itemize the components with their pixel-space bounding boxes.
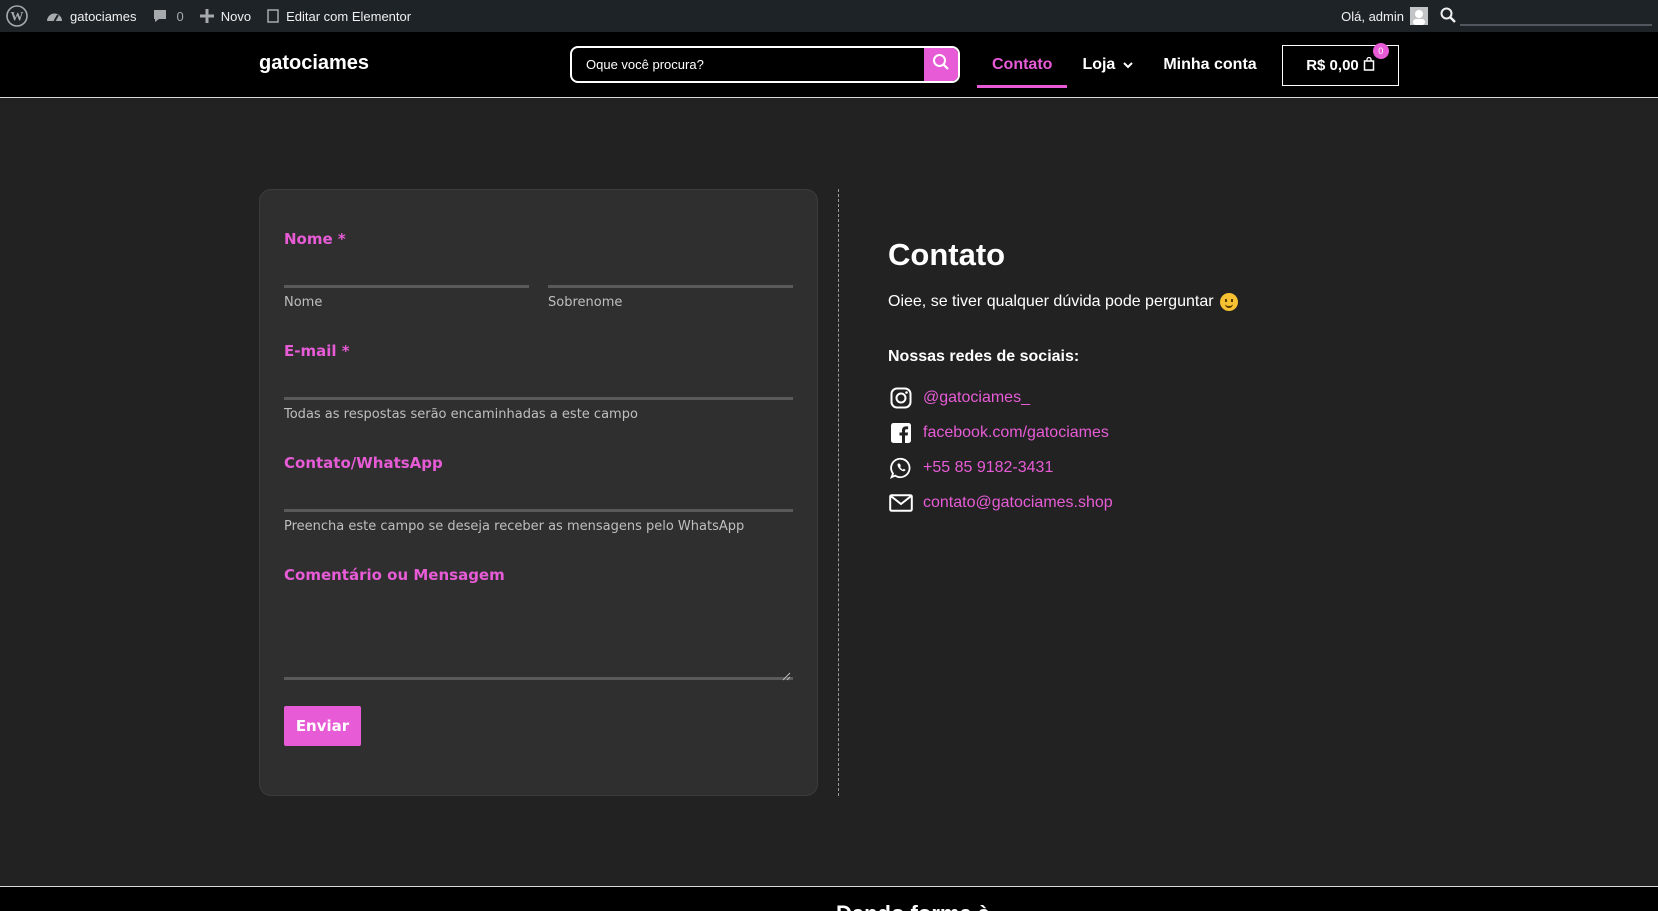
- message-textarea[interactable]: [284, 677, 793, 680]
- smiley-icon: [1219, 293, 1238, 311]
- main-nav: Contato Loja Minha conta: [977, 32, 1272, 98]
- contact-text: Oiee, se tiver qualquer dúvida pode perg…: [888, 293, 1238, 311]
- nav-item-minha-conta[interactable]: Minha conta: [1148, 32, 1271, 98]
- contact-title: Contato: [888, 237, 1006, 272]
- whatsapp-field-label: Contato/WhatsApp: [284, 454, 443, 472]
- site-footer: Dando forma à...: [0, 887, 1658, 911]
- comment-icon: [152, 8, 168, 24]
- email-label-text: E-mail: [284, 342, 337, 360]
- search-icon: [932, 53, 950, 76]
- cart-icon: 0: [1363, 42, 1389, 75]
- footer-title: Dando forma à...: [836, 901, 1008, 911]
- comments-count: 0: [176, 8, 184, 24]
- facebook-icon: [888, 420, 913, 445]
- chevron-down-icon: [1123, 56, 1134, 74]
- elementor-icon: [267, 9, 279, 23]
- email-field[interactable]: [284, 397, 793, 400]
- social-item-email: contato@gatociames.shop: [888, 490, 1113, 515]
- instagram-link[interactable]: @gatociames_: [923, 389, 1030, 407]
- resize-handle-icon[interactable]: [782, 666, 791, 685]
- wordpress-logo-icon[interactable]: W: [0, 0, 38, 32]
- required-mark: *: [337, 230, 346, 248]
- required-mark: *: [341, 342, 350, 360]
- social-item-whatsapp: +55 85 9182-3431: [888, 455, 1053, 480]
- search-button[interactable]: [924, 48, 958, 81]
- nav-label: Contato: [992, 56, 1053, 73]
- search-bar: [570, 46, 960, 83]
- site-header: gatociames Contato Loja Minha conta R$ 0…: [0, 32, 1658, 98]
- comments-link[interactable]: 0: [144, 0, 191, 32]
- svg-text:W: W: [11, 9, 24, 24]
- contact-text-body: Oiee, se tiver qualquer dúvida pode perg…: [888, 293, 1214, 310]
- nav-item-loja[interactable]: Loja: [1067, 32, 1148, 98]
- site-name: gatociames: [70, 8, 137, 24]
- new-content-link[interactable]: Novo: [192, 0, 259, 32]
- edit-label: Editar com Elementor: [286, 8, 412, 24]
- plus-icon: [199, 9, 214, 23]
- admin-bar: W gatociames 0 Novo Editar com Elementor: [0, 0, 1658, 32]
- search-input[interactable]: [572, 48, 924, 81]
- my-account-link[interactable]: Olá, admin: [1333, 0, 1432, 32]
- dashboard-icon: [46, 9, 63, 24]
- submit-button[interactable]: Enviar: [284, 706, 361, 746]
- adminbar-search-field[interactable]: [1460, 24, 1652, 26]
- column-divider: [838, 189, 839, 796]
- email-link[interactable]: contato@gatociames.shop: [923, 494, 1113, 512]
- whatsapp-hint: Preencha este campo se deseja receber as…: [284, 519, 745, 534]
- message-field-label: Comentário ou Mensagem: [284, 566, 505, 584]
- social-item-instagram: @gatociames_: [888, 385, 1030, 410]
- adminbar-search[interactable]: [1432, 0, 1658, 32]
- social-item-facebook: facebook.com/gatociames: [888, 420, 1109, 445]
- site-name-link[interactable]: gatociames: [38, 0, 144, 32]
- last-name-hint: Sobrenome: [548, 295, 623, 310]
- edit-elementor-link[interactable]: Editar com Elementor: [259, 0, 419, 32]
- last-name-input[interactable]: [548, 285, 793, 288]
- nav-item-contato[interactable]: Contato: [977, 32, 1068, 98]
- cart-count-badge: 0: [1372, 42, 1389, 59]
- first-name-input[interactable]: [284, 285, 529, 288]
- avatar: [1410, 7, 1428, 25]
- new-label: Novo: [220, 8, 252, 24]
- email-hint: Todas as respostas serão encaminhadas a …: [284, 407, 638, 422]
- first-name-hint: Nome: [284, 295, 323, 310]
- name-label-text: Nome: [284, 230, 333, 248]
- name-field-label: Nome *: [284, 230, 346, 248]
- search-icon: [1440, 7, 1456, 26]
- envelope-icon: [888, 490, 913, 515]
- cart-total: R$ 0,00: [1306, 57, 1359, 74]
- whatsapp-icon: [888, 455, 913, 480]
- instagram-icon: [888, 385, 913, 410]
- nav-label: Loja: [1082, 56, 1116, 73]
- whatsapp-link[interactable]: +55 85 9182-3431: [923, 459, 1053, 477]
- facebook-link[interactable]: facebook.com/gatociames: [923, 424, 1109, 442]
- greeting: Olá, admin: [1341, 8, 1404, 24]
- whatsapp-field[interactable]: [284, 509, 793, 512]
- cart-button[interactable]: R$ 0,00 0: [1282, 42, 1399, 86]
- email-field-label: E-mail *: [284, 342, 350, 360]
- site-logo[interactable]: gatociames: [259, 52, 369, 75]
- contact-form: Nome * Nome Sobrenome E-mail * Todas as …: [259, 189, 818, 796]
- social-title: Nossas redes de sociais:: [888, 348, 1080, 365]
- nav-label: Minha conta: [1163, 56, 1257, 73]
